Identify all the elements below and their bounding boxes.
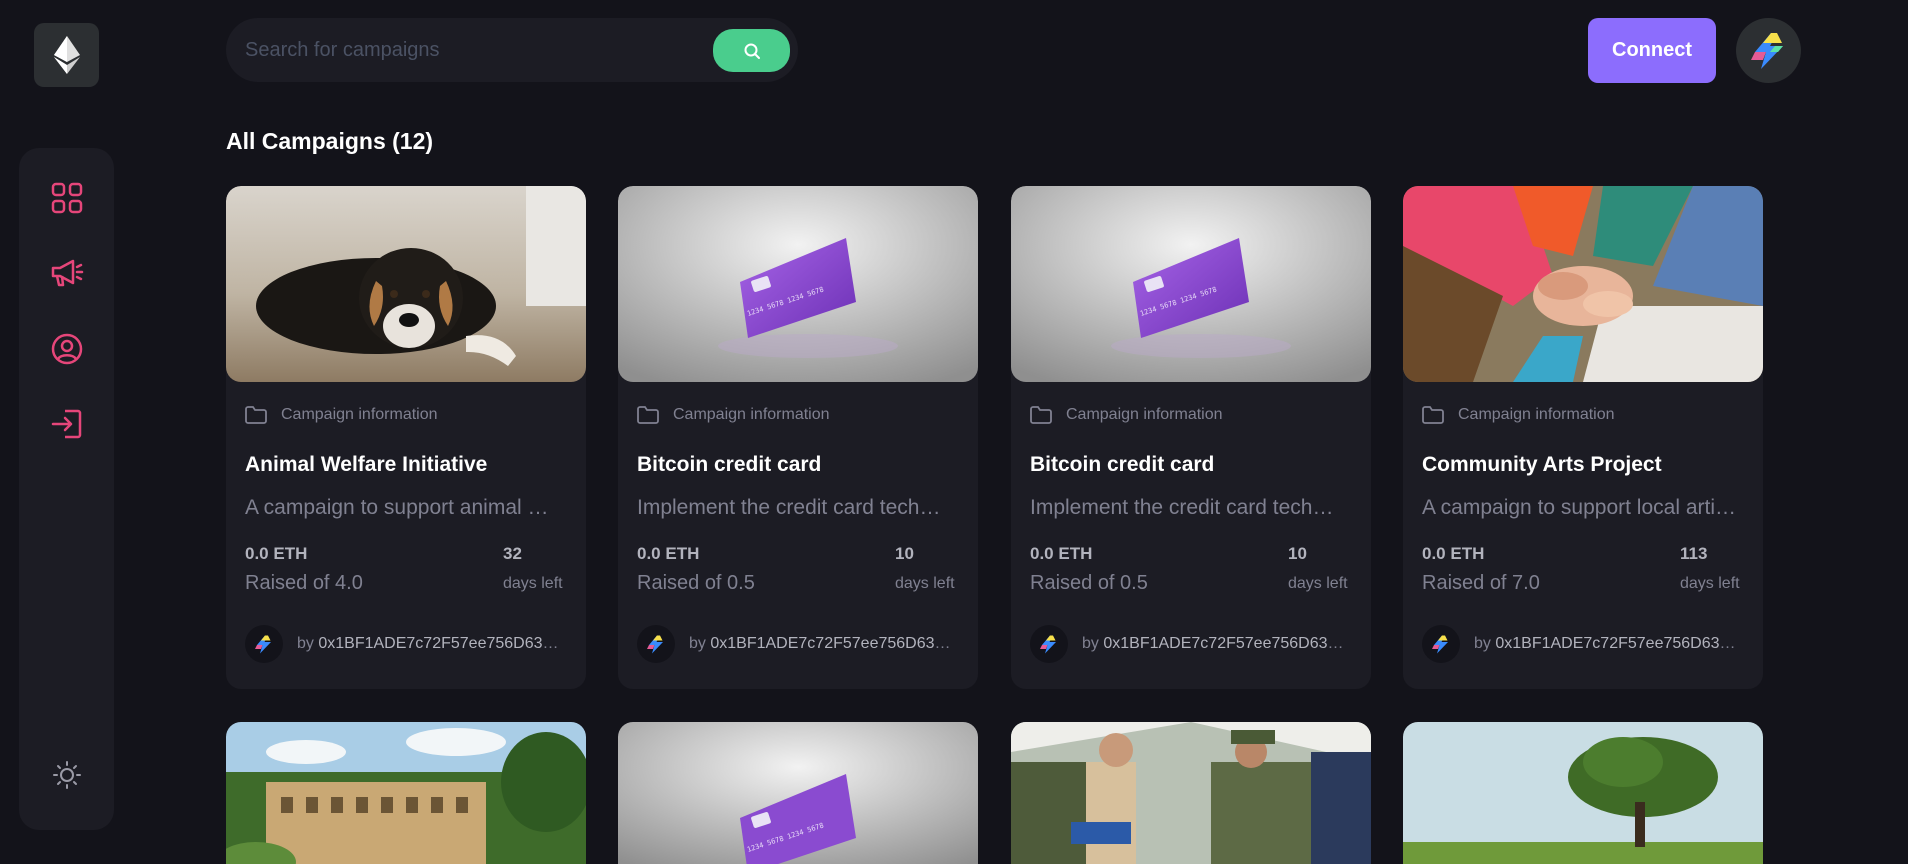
owner-prefix: by bbox=[689, 635, 706, 652]
owner-address: by 0x1BF1ADE7c72F57ee756D633BcE... bbox=[689, 635, 957, 653]
campaign-title: Bitcoin credit card bbox=[1030, 453, 1215, 476]
search-input[interactable] bbox=[245, 38, 705, 62]
owner-address: by 0x1BF1ADE7c72F57ee756D633BcE... bbox=[1082, 635, 1350, 653]
connect-button[interactable]: Connect bbox=[1588, 18, 1716, 83]
folder-icon bbox=[637, 406, 659, 424]
campaign-image bbox=[1011, 722, 1371, 864]
campaign-image bbox=[226, 186, 586, 382]
owner-prefix: by bbox=[1082, 635, 1099, 652]
campaign-card[interactable]: 1234 5678 1234 5678 Campaign information… bbox=[618, 186, 978, 689]
sidebar-item-campaign[interactable] bbox=[46, 252, 88, 294]
folder-icon bbox=[1422, 406, 1444, 424]
owner-prefix: by bbox=[297, 635, 314, 652]
category-label: Campaign information bbox=[1458, 406, 1615, 423]
amount-raised: 0.0 ETH bbox=[245, 544, 308, 563]
campaign-image: 1234 5678 1234 5678 bbox=[618, 722, 978, 864]
owner-avatar bbox=[1422, 625, 1460, 663]
owner-avatar bbox=[245, 625, 283, 663]
owner-address-value: 0x1BF1ADE7c72F57ee756D633BcE... bbox=[318, 635, 565, 652]
amount-raised: 0.0 ETH bbox=[1422, 544, 1485, 563]
category-label: Campaign information bbox=[281, 406, 438, 423]
category-label: Campaign information bbox=[1066, 406, 1223, 423]
thirdweb-logo-icon bbox=[1040, 635, 1056, 653]
sidebar bbox=[19, 148, 114, 830]
campaign-card[interactable] bbox=[1403, 722, 1763, 864]
campaign-image: 1234 5678 1234 5678 bbox=[1011, 186, 1371, 382]
app: Connect All Campaigns (12) bbox=[0, 0, 1908, 864]
owner-address: by 0x1BF1ADE7c72F57ee756D633BcE... bbox=[297, 635, 565, 653]
campaign-image bbox=[1403, 722, 1763, 864]
folder-icon bbox=[245, 406, 267, 424]
target-amount: Raised of 7.0 bbox=[1422, 572, 1540, 594]
thirdweb-logo-icon bbox=[647, 635, 663, 653]
search-bar bbox=[226, 18, 798, 82]
sidebar-item-profile[interactable] bbox=[46, 328, 88, 370]
avatar[interactable] bbox=[1736, 18, 1801, 83]
search-button[interactable] bbox=[713, 29, 790, 72]
campaign-card[interactable]: Campaign information Community Arts Proj… bbox=[1403, 186, 1763, 689]
days-left-label: days left bbox=[1680, 575, 1740, 592]
search-icon bbox=[744, 43, 760, 59]
days-left-label: days left bbox=[503, 575, 563, 592]
days-left-count: 113 bbox=[1680, 544, 1708, 563]
owner-address-value: 0x1BF1ADE7c72F57ee756D633BcE... bbox=[1103, 635, 1350, 652]
campaign-image: 1234 5678 1234 5678 bbox=[618, 186, 978, 382]
campaign-card[interactable]: Campaign information Animal Welfare Init… bbox=[226, 186, 586, 689]
owner-avatar bbox=[1030, 625, 1068, 663]
days-left-label: days left bbox=[895, 575, 955, 592]
owner-address-value: 0x1BF1ADE7c72F57ee756D633BcE... bbox=[710, 635, 957, 652]
campaign-card[interactable]: 1234 5678 1234 5678 bbox=[618, 722, 978, 864]
campaign-title: Bitcoin credit card bbox=[637, 453, 822, 476]
megaphone-icon bbox=[51, 259, 84, 287]
days-left-count: 10 bbox=[1288, 544, 1307, 563]
ethereum-logo[interactable] bbox=[34, 23, 99, 87]
theme-toggle[interactable] bbox=[43, 751, 91, 799]
sidebar-item-logout[interactable] bbox=[46, 403, 88, 445]
amount-raised: 0.0 ETH bbox=[637, 544, 700, 563]
target-amount: Raised of 0.5 bbox=[637, 572, 755, 594]
campaign-title: Animal Welfare Initiative bbox=[245, 453, 488, 476]
campaign-card[interactable] bbox=[1011, 722, 1371, 864]
campaign-description: A campaign to support animal welfare org… bbox=[245, 496, 560, 519]
campaign-description: Implement the credit card technology bbox=[637, 496, 952, 519]
sidebar-item-dashboard[interactable] bbox=[46, 177, 88, 219]
owner-address-value: 0x1BF1ADE7c72F57ee756D633BcE... bbox=[1495, 635, 1742, 652]
campaign-description: Implement the credit card technology bbox=[1030, 496, 1345, 519]
owner-prefix: by bbox=[1474, 635, 1491, 652]
profile-icon bbox=[51, 333, 83, 365]
days-left-count: 10 bbox=[895, 544, 914, 563]
sun-icon bbox=[53, 761, 81, 789]
campaign-image bbox=[1403, 186, 1763, 382]
logout-icon bbox=[51, 409, 82, 439]
campaign-image bbox=[226, 722, 586, 864]
target-amount: Raised of 4.0 bbox=[245, 572, 363, 594]
amount-raised: 0.0 ETH bbox=[1030, 544, 1093, 563]
folder-icon bbox=[1030, 406, 1052, 424]
thirdweb-logo-icon bbox=[1750, 32, 1783, 69]
owner-avatar bbox=[637, 625, 675, 663]
thirdweb-logo-icon bbox=[1432, 635, 1448, 653]
category-label: Campaign information bbox=[673, 406, 830, 423]
campaign-card[interactable]: 1234 5678 1234 5678 Campaign information… bbox=[1011, 186, 1371, 689]
thirdweb-logo-icon bbox=[255, 635, 271, 653]
campaign-card[interactable] bbox=[226, 722, 586, 864]
owner-address: by 0x1BF1ADE7c72F57ee756D633BcE... bbox=[1474, 635, 1742, 653]
days-left-count: 32 bbox=[503, 544, 522, 563]
target-amount: Raised of 0.5 bbox=[1030, 572, 1148, 594]
dashboard-icon bbox=[51, 182, 83, 214]
ethereum-icon bbox=[53, 36, 80, 74]
campaign-description: A campaign to support local artists bbox=[1422, 496, 1737, 519]
page-title: All Campaigns (12) bbox=[226, 128, 434, 154]
days-left-label: days left bbox=[1288, 575, 1348, 592]
campaign-title: Community Arts Project bbox=[1422, 453, 1662, 476]
